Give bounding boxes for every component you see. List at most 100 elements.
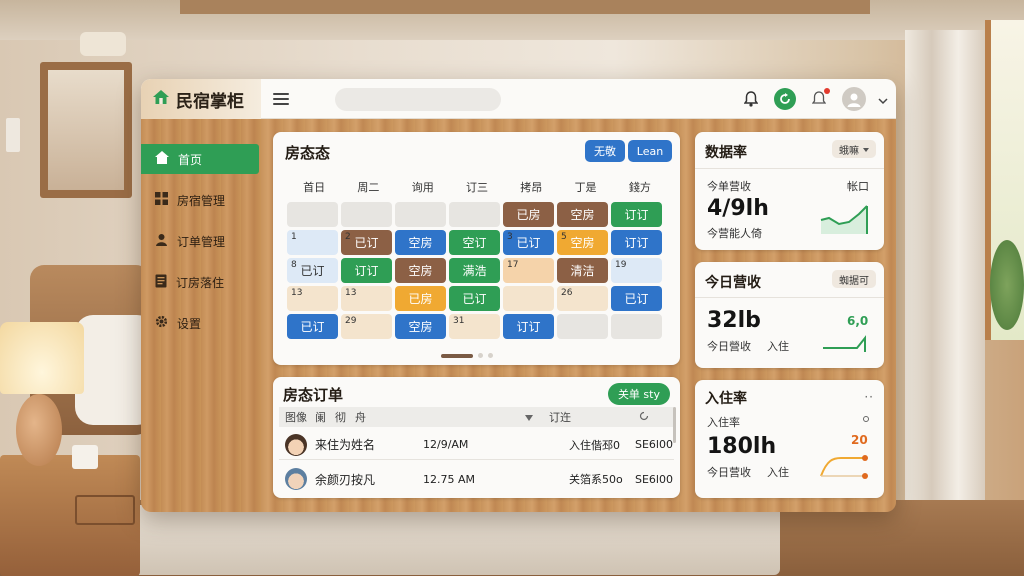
calendar-cell[interactable] <box>395 202 446 227</box>
calendar-cell[interactable]: 8 已订 <box>287 258 338 283</box>
wall-picture <box>48 70 124 190</box>
stat-period-dropdown[interactable]: 蛾嘛 <box>832 140 876 158</box>
cell-day-number: 26 <box>561 288 573 298</box>
room-status-secondary-button[interactable]: Lean <box>628 140 672 162</box>
sidebar-item-orders[interactable]: 订单管理 <box>141 226 259 256</box>
orders-card: 房态订单 关单 sty 图像 阑 彻 舟 订迕 来住为姓名 12/9/AM 入住… <box>273 377 680 498</box>
calendar-cell[interactable]: 已订 <box>611 286 662 311</box>
info-icon[interactable] <box>863 416 869 422</box>
pagination-dots[interactable] <box>441 353 493 358</box>
orders-title: 房态订单 <box>283 386 344 404</box>
calendar-cell[interactable]: 2 已订 <box>341 230 392 255</box>
wall-sconce <box>80 32 126 56</box>
bed <box>120 505 780 575</box>
more-options-icon[interactable]: ·· <box>864 390 874 404</box>
calendar-cell[interactable] <box>449 202 500 227</box>
calendar-cell[interactable] <box>287 202 338 227</box>
nightstand-drawer <box>75 495 135 525</box>
divider <box>695 297 884 298</box>
page-indicator[interactable] <box>478 353 483 358</box>
stat-title: 入住率 <box>705 391 747 407</box>
cell-day-number: 31 <box>453 316 465 326</box>
calendar-cell[interactable]: 19 <box>611 258 662 283</box>
cell-status: 订订 <box>354 264 379 278</box>
main-content: 房态态 无敬 Lean 首日 周二 询用 订三 拷昂 丁是 錢方 已房 空房 订订 1 2 已订 空房空… <box>261 119 896 512</box>
sort-down-icon[interactable] <box>525 411 549 424</box>
weekday-label: 询用 <box>411 181 434 194</box>
guest-avatar <box>285 468 307 490</box>
calendar-cell[interactable]: 5 空房 <box>557 230 608 255</box>
cup <box>72 445 98 469</box>
stat-card-occupancy: 入住率 ·· 入住率 180lh 今日营收 入住 20 <box>695 380 884 498</box>
cell-status: 空房 <box>570 208 595 222</box>
lamp-shade <box>0 322 84 394</box>
home-icon <box>155 151 169 167</box>
header-cell: 阑 <box>315 411 326 424</box>
cell-status: 已订 <box>300 264 325 278</box>
document-icon <box>155 274 167 291</box>
stat-sparkline <box>823 335 866 352</box>
sidebar-item-checkin[interactable]: 订房落住 <box>141 267 259 297</box>
calendar-cell[interactable]: 13 <box>287 286 338 311</box>
notification-icon[interactable] <box>808 88 830 110</box>
calendar-cell[interactable]: 17 <box>503 258 554 283</box>
calendar-cell[interactable]: 订订 <box>503 314 554 339</box>
room-status-primary-button[interactable]: 无敬 <box>585 140 625 162</box>
avatar[interactable] <box>842 87 866 111</box>
calendar-cell[interactable]: 已房 <box>395 286 446 311</box>
calendar-cell[interactable]: 满浩 <box>449 258 500 283</box>
table-row[interactable]: 余颜刃按凡 12.75 AM 关箔系50o SE6l00 <box>279 464 674 494</box>
calendar-cell[interactable]: 已房 <box>503 202 554 227</box>
calendar-cell[interactable]: 空房 <box>557 202 608 227</box>
table-row[interactable]: 来住为姓名 12/9/AM 入住偕邳0 SE6l00 <box>279 430 674 460</box>
calendar-cell[interactable]: 清洁 <box>557 258 608 283</box>
refresh-icon[interactable] <box>774 88 796 110</box>
calendar-cell[interactable]: 已订 <box>449 286 500 311</box>
calendar-cell[interactable]: 31 <box>449 314 500 339</box>
sidebar: 首页 房宿管理 订单管理 订房落住 设置 <box>141 119 261 512</box>
calendar-cell[interactable] <box>557 314 608 339</box>
calendar-cell[interactable]: 空房 <box>395 314 446 339</box>
chevron-down-icon[interactable] <box>878 90 888 109</box>
sidebar-item-home[interactable]: 首页 <box>141 144 259 174</box>
calendar-cell[interactable]: 29 <box>341 314 392 339</box>
calendar-cell[interactable]: 空房 <box>395 230 446 255</box>
stat-label: 入住率 <box>707 416 740 429</box>
bell-icon[interactable] <box>740 88 762 110</box>
calendar-cell[interactable]: 26 <box>557 286 608 311</box>
calendar-cell[interactable]: 13 <box>341 286 392 311</box>
cell-status: 已房 <box>408 292 433 306</box>
stat-period-dropdown[interactable]: 蜘据可 <box>832 270 876 288</box>
sidebar-item-rooms[interactable]: 房宿管理 <box>141 185 259 215</box>
divider <box>695 168 884 169</box>
calendar-cell[interactable] <box>341 202 392 227</box>
calendar-cell[interactable]: 1 <box>287 230 338 255</box>
brand[interactable]: 民宿掌柜 <box>141 79 261 119</box>
calendar-cell[interactable]: 空订 <box>449 230 500 255</box>
calendar-cell[interactable]: 订订 <box>611 202 662 227</box>
calendar-cell[interactable]: 空房 <box>395 258 446 283</box>
top-icons <box>740 79 888 119</box>
calendar-cell[interactable]: 已订 <box>287 314 338 339</box>
brand-name: 民宿掌柜 <box>176 91 244 112</box>
calendar-cell[interactable] <box>503 286 554 311</box>
cell-status: 已订 <box>300 320 325 334</box>
order-time: 12/9/AM <box>423 438 469 451</box>
scrollbar[interactable] <box>673 407 676 443</box>
calendar-cell[interactable]: 3 已订 <box>503 230 554 255</box>
cell-status: 已订 <box>354 236 379 250</box>
sidebar-item-settings[interactable]: 设置 <box>141 308 259 338</box>
search-input[interactable] <box>335 88 501 111</box>
cell-day-number: 29 <box>345 316 357 326</box>
page-indicator[interactable] <box>488 353 493 358</box>
refresh-small-icon[interactable] <box>639 411 649 424</box>
calendar-cell[interactable]: 订订 <box>341 258 392 283</box>
calendar-cell[interactable] <box>611 314 662 339</box>
guest-name: 来住为姓名 <box>315 438 376 452</box>
calendar-cell[interactable]: 订订 <box>611 230 662 255</box>
orders-action-button[interactable]: 关单 sty <box>607 383 670 405</box>
menu-icon[interactable] <box>271 90 291 108</box>
page-indicator-active[interactable] <box>441 353 473 358</box>
cell-day-number: 3 <box>507 232 513 242</box>
stat-card-data-rate: 数据率 蛾嘛 今单营收 帐口 4/9lh 今营能人倚 <box>695 132 884 250</box>
